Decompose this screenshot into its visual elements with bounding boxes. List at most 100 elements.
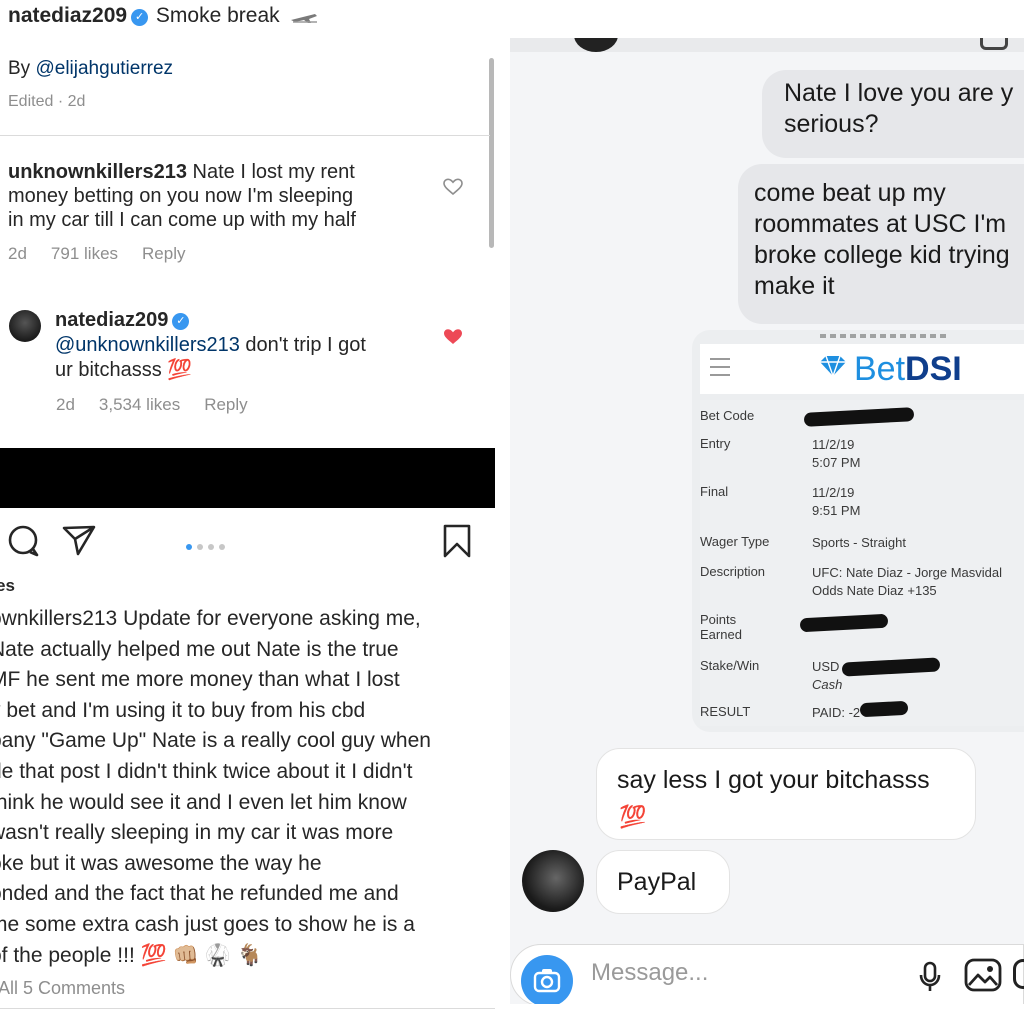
bet-receipt-image[interactable]: BetDSI Bet Code Entry 11/2/19 5:07 PM Fin… bbox=[692, 330, 1024, 732]
message-composer[interactable]: Message... bbox=[510, 944, 1024, 1004]
bookmark-icon[interactable] bbox=[442, 524, 472, 558]
redaction-scribble bbox=[799, 613, 889, 633]
airplane-icon bbox=[291, 14, 318, 23]
diamond-icon bbox=[820, 355, 846, 377]
betdsi-logo: BetDSI bbox=[818, 350, 962, 389]
credit-handle-link[interactable]: @elijahgutierrez bbox=[35, 58, 173, 79]
video-call-icon[interactable] bbox=[980, 38, 1008, 50]
post-username[interactable]: natediaz209 bbox=[8, 4, 127, 27]
message-line: serious? bbox=[784, 110, 879, 138]
caption-line: of the people !!! 💯 👊🏼 🥋 🐐 bbox=[0, 943, 263, 967]
carousel-indicator bbox=[186, 537, 230, 555]
scrollbar[interactable] bbox=[489, 58, 494, 248]
reply-mention-link[interactable]: @unknownkillers213 bbox=[55, 334, 240, 356]
receipt-label: Bet Code bbox=[700, 408, 755, 423]
receipt-label: Stake/Win bbox=[700, 658, 760, 673]
comment-reply-button[interactable]: Reply bbox=[142, 244, 185, 263]
gallery-icon[interactable] bbox=[963, 957, 1003, 993]
message-input[interactable]: Message... bbox=[591, 959, 708, 987]
microphone-icon[interactable] bbox=[919, 961, 941, 993]
receipt-label: RESULT bbox=[700, 704, 751, 719]
caption-line: Nate actually helped me out Nate is the … bbox=[0, 637, 399, 661]
share-send-icon[interactable] bbox=[62, 524, 96, 556]
comment-bubble-icon[interactable] bbox=[6, 524, 40, 558]
caption-line: wasn't really sleeping in my car it was … bbox=[0, 821, 394, 845]
entry-time: 5:07 PM bbox=[812, 455, 861, 470]
reply-text: natediaz209 ✓ @unknownkillers213 don't tr… bbox=[55, 308, 425, 383]
camera-icon bbox=[533, 969, 561, 993]
avatar[interactable] bbox=[522, 850, 584, 912]
reply-username[interactable]: natediaz209 bbox=[55, 309, 168, 331]
camera-button[interactable] bbox=[521, 955, 573, 1004]
hundred-emoji: 💯 bbox=[619, 804, 647, 829]
stake-type: Cash bbox=[812, 677, 843, 692]
reply-reply-button[interactable]: Reply bbox=[204, 395, 247, 414]
message-line: come beat up my bbox=[754, 179, 946, 207]
receipt-label: Description bbox=[700, 564, 766, 579]
comment-text: unknownkillers213 Nate I lost my rent mo… bbox=[8, 160, 428, 232]
likes-count[interactable]: es bbox=[0, 576, 15, 596]
comment-username[interactable]: unknownkillers213 bbox=[8, 161, 187, 183]
carousel-dot bbox=[197, 544, 203, 550]
message-text: say less I got your bitchasss bbox=[617, 766, 930, 794]
caption-line: oke but it was awesome the way he bbox=[0, 851, 322, 875]
credit-line: By @elijahgutierrez bbox=[8, 58, 173, 80]
caption-line: onded and the fact that he refunded me a… bbox=[0, 882, 399, 906]
receipt-label: Final bbox=[700, 484, 729, 499]
description-line-2: Odds Nate Diaz +135 bbox=[812, 583, 937, 598]
post-title: Smoke break bbox=[155, 4, 280, 27]
reply-likes[interactable]: 3,534 likes bbox=[99, 395, 180, 414]
receipt-label: Entry bbox=[700, 436, 731, 451]
comment-line-3: in my car till I can come up with my hal… bbox=[8, 209, 356, 231]
receipt-value: UFC: Nate Diaz - Jorge Masvidal Odds Nate… bbox=[812, 564, 1002, 600]
caption-line: y bet and I'm using it to buy from his c… bbox=[0, 698, 366, 722]
message-line: Nate I love you are y bbox=[784, 79, 1014, 107]
receipt-value: USD Cash bbox=[812, 658, 842, 694]
carousel-dot bbox=[219, 544, 225, 550]
carousel-dot bbox=[208, 544, 214, 550]
message-line: make it bbox=[754, 272, 835, 300]
receipt-value: Sports - Straight bbox=[812, 535, 906, 550]
receipt-label: Points Earned bbox=[700, 612, 804, 642]
points-label-2: Earned bbox=[700, 627, 742, 642]
message-bubble-sent: come beat up my roommates at USC I'm bro… bbox=[738, 164, 1024, 324]
brand-bet: Bet bbox=[854, 350, 906, 388]
carousel-dot-active bbox=[186, 544, 192, 550]
receipt-value: 11/2/19 9:51 PM bbox=[812, 484, 860, 520]
comment-likes[interactable]: 791 likes bbox=[51, 244, 118, 263]
caption-line: ownkillers213 Update for everyone asking… bbox=[0, 607, 421, 630]
redaction-scribble bbox=[859, 700, 909, 718]
stake-currency: USD bbox=[812, 659, 840, 674]
message-text: PayPal bbox=[617, 868, 697, 896]
verified-badge-icon: ✓ bbox=[172, 313, 190, 330]
like-heart-outline-icon[interactable] bbox=[443, 178, 463, 196]
sticker-icon[interactable] bbox=[1013, 959, 1024, 989]
post-action-bar bbox=[0, 520, 495, 560]
caption-line: de that post I didn't think twice about … bbox=[0, 759, 413, 783]
message-line: roommates at USC I'm bbox=[754, 210, 1007, 238]
final-time: 9:51 PM bbox=[812, 503, 861, 518]
receipt-header: BetDSI bbox=[700, 344, 1024, 394]
comment-line-1: Nate I lost my rent bbox=[186, 161, 355, 183]
reply-line-1: don't trip I got bbox=[239, 334, 366, 356]
receipt-strip bbox=[820, 334, 950, 338]
description-line-1: UFC: Nate Diaz - Jorge Masvidal bbox=[812, 565, 1002, 580]
message-bubble-sent: Nate I love you are y serious? bbox=[762, 70, 1024, 158]
view-all-comments-link[interactable]: All 5 Comments bbox=[0, 978, 125, 999]
entry-date: 11/2/19 bbox=[812, 437, 855, 452]
like-heart-filled-icon[interactable] bbox=[443, 328, 463, 346]
avatar[interactable] bbox=[9, 310, 41, 342]
message-bubble-received: say less I got your bitchasss 💯 bbox=[596, 748, 976, 840]
instagram-post-panel: natediaz209 ✓ Smoke break By @elijahgutie… bbox=[0, 0, 500, 1024]
message-line: broke college kid trying bbox=[754, 241, 1010, 269]
caption-update: ownkillers213 Update for everyone asking… bbox=[0, 604, 490, 971]
caption-line: MF he sent me more money than what I los… bbox=[0, 668, 400, 692]
final-date: 11/2/19 bbox=[812, 485, 855, 500]
edited-timestamp: Edited · 2d bbox=[8, 93, 86, 110]
direct-message-panel: Nate I love you are y serious? come beat… bbox=[510, 38, 1024, 1004]
verified-badge-icon: ✓ bbox=[131, 9, 149, 26]
caption-line: me some extra cash just goes to show he … bbox=[0, 912, 415, 936]
redaction-scribble bbox=[803, 407, 915, 427]
reply-time: 2d bbox=[56, 395, 75, 414]
receipt-details: Bet Code Entry 11/2/19 5:07 PM Final 11/2… bbox=[700, 400, 1024, 726]
